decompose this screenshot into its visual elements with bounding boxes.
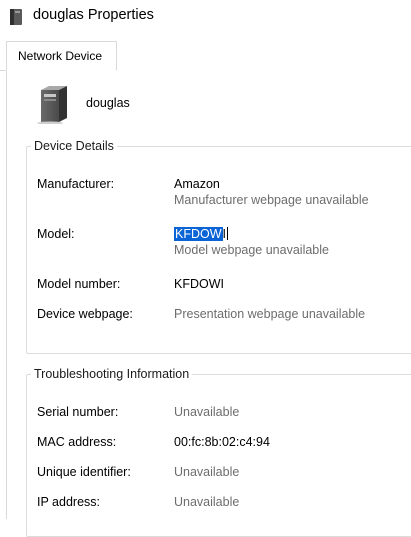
troubleshooting-legend: Troubleshooting Information [34,367,190,381]
title-bar: douglas Properties [0,0,411,34]
device-details-legend: Device Details [34,139,114,153]
manufacturer-value[interactable]: Amazon [174,177,220,191]
window-title: douglas Properties [33,7,154,23]
device-name: douglas [86,96,130,110]
model-value-field[interactable]: KFDOWI [174,227,229,241]
tab-network-device[interactable]: Network Device [6,41,117,71]
text-cursor [227,227,229,240]
serial-number-label: Serial number: [37,405,119,419]
tab-label: Network Device [18,49,103,63]
unique-identifier-label: Unique identifier: [37,465,131,479]
device-tower-icon [9,8,23,29]
manufacturer-label: Manufacturer: [37,177,115,191]
manufacturer-webpage-status: Manufacturer webpage unavailable [174,193,369,207]
unique-identifier-value: Unavailable [174,465,240,479]
ip-address-value: Unavailable [174,495,240,509]
mac-address-value[interactable]: 00:fc:8b:02:c4:94 [174,435,270,449]
device-webpage-value: Presentation webpage unavailable [174,307,366,321]
mac-address-label: MAC address: [37,435,117,449]
model-number-value[interactable]: KFDOWI [174,277,224,291]
serial-number-value: Unavailable [174,405,240,419]
model-value-rest: I [222,227,227,241]
ip-address-label: IP address: [37,495,101,509]
device-tower-icon [37,86,69,127]
model-label: Model: [37,227,75,241]
model-value-selection: KFDOW [174,227,223,241]
troubleshooting-group: Troubleshooting Information [26,367,411,537]
model-number-label: Model number: [37,277,121,291]
model-webpage-status: Model webpage unavailable [174,243,329,257]
device-webpage-label: Device webpage: [37,307,133,321]
